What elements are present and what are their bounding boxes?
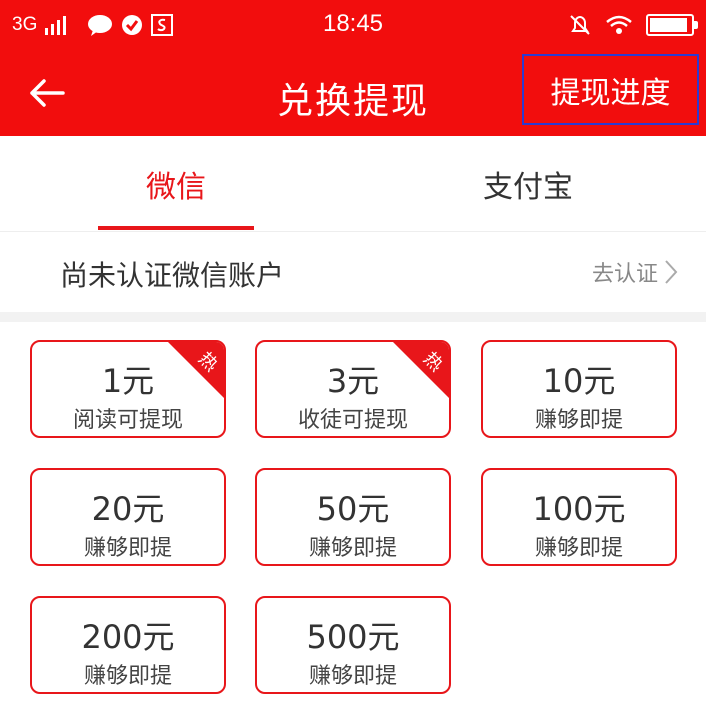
status-bar: 3G 18:45 [0,0,706,50]
wifi-icon [606,15,632,34]
amount-condition: 赚够即提 [83,664,172,689]
withdraw-progress-button[interactable]: 提现进度 [522,54,699,125]
hot-badge: 热 [168,342,224,398]
verify-status-text: 尚未认证微信账户 [60,259,285,292]
tab-wechat[interactable]: 微信 [98,136,254,232]
amount-value: 10元 [542,362,616,400]
amount-condition: 赚够即提 [83,536,172,561]
app-bar: 兑换提现 提现进度 [0,50,706,136]
amount-condition: 赚够即提 [534,536,623,561]
amount-option[interactable]: 50元 赚够即提 [255,468,451,566]
alarm-off-icon [570,15,590,35]
section-divider [0,312,706,322]
amount-value: 100元 [532,490,626,528]
chevron-right-icon [665,260,678,284]
status-right-icons [568,10,698,40]
battery-icon [646,14,698,36]
active-tab-indicator [98,226,254,230]
hot-badge: 热 [393,342,449,398]
amount-value: 20元 [91,490,165,528]
amount-value: 500元 [306,618,400,656]
amount-option[interactable]: 20元 赚够即提 [30,468,226,566]
amount-value: 200元 [81,618,175,656]
amount-option[interactable]: 500元 赚够即提 [255,596,451,694]
amount-condition: 阅读可提现 [72,408,183,433]
payment-tabs: 微信 支付宝 [0,136,706,232]
amount-option[interactable]: 3元 收徒可提现 热 [255,340,451,438]
amount-condition: 收徒可提现 [297,408,408,433]
amount-option[interactable]: 1元 阅读可提现 热 [30,340,226,438]
amount-condition: 赚够即提 [308,536,397,561]
amount-condition: 赚够即提 [308,664,397,689]
verify-link[interactable]: 去认证 [592,256,678,288]
amount-option[interactable]: 100元 赚够即提 [481,468,677,566]
verify-account-row[interactable]: 尚未认证微信账户 去认证 [0,232,706,312]
amount-option[interactable]: 200元 赚够即提 [30,596,226,694]
amount-option[interactable]: 10元 赚够即提 [481,340,677,438]
tab-alipay[interactable]: 支付宝 [450,136,606,232]
amount-value: 50元 [316,490,390,528]
amount-condition: 赚够即提 [534,408,623,433]
verify-link-label: 去认证 [591,262,658,287]
